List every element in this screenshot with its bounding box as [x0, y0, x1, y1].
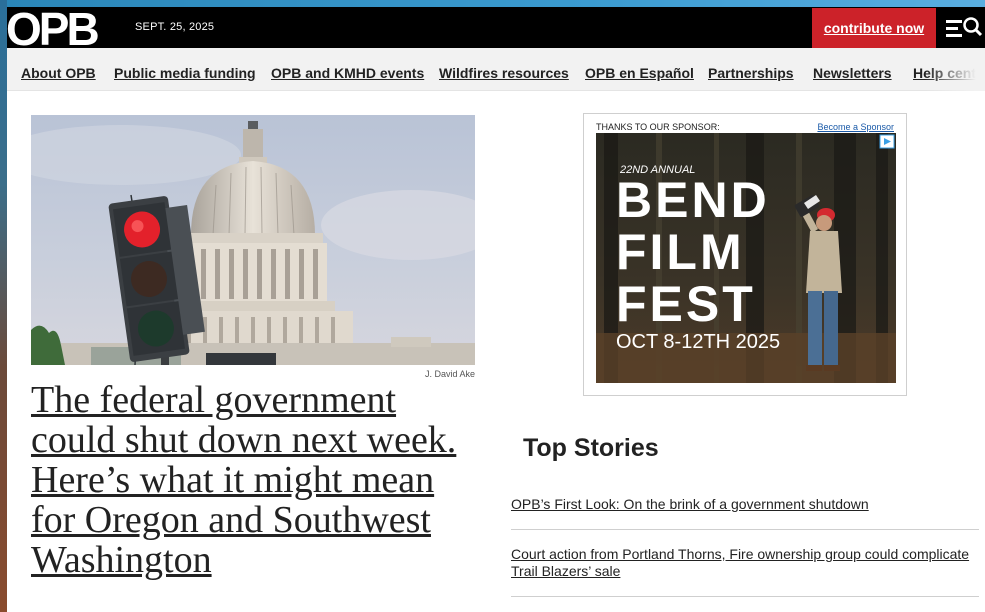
nav-fade: [925, 48, 985, 91]
story-divider: [511, 596, 979, 597]
nav-item-wildfires[interactable]: Wildfires resources: [439, 65, 569, 81]
sponsor-ad[interactable]: 22ND ANNUAL BEND FILM FEST OCT 8-12TH 20…: [596, 133, 896, 383]
top-story-item[interactable]: OPB’s First Look: On the brink of a gove…: [511, 496, 979, 513]
story-divider: [511, 529, 979, 530]
ad-fest: FEST: [616, 276, 756, 332]
ad-film: FILM: [616, 224, 745, 280]
main-nav: About OPB Public media funding OPB and K…: [7, 48, 985, 91]
opb-logo[interactable]: OPB: [6, 3, 125, 55]
top-stories-heading: Top Stories: [523, 434, 659, 462]
nav-item-events[interactable]: OPB and KMHD events: [271, 65, 424, 81]
ad-dates: OCT 8-12TH 2025: [616, 331, 780, 353]
contribute-button[interactable]: contribute now: [812, 8, 936, 48]
become-sponsor-link[interactable]: Become a Sponsor: [817, 122, 894, 132]
svg-text:OPB: OPB: [7, 8, 98, 48]
nav-item-espanol[interactable]: OPB en Español: [585, 65, 694, 81]
top-story-item[interactable]: Court action from Portland Thorns, Fire …: [511, 546, 979, 580]
desktop-edge: [0, 0, 7, 612]
nav-item-about[interactable]: About OPB: [21, 65, 96, 81]
site-header: OPB SEPT. 25, 2025 contribute now: [6, 3, 985, 55]
window-top-edge: [0, 0, 985, 7]
image-credit: J. David Ake: [424, 369, 475, 379]
nav-item-newsletters[interactable]: Newsletters: [813, 65, 892, 81]
nav-item-partnerships[interactable]: Partnerships: [708, 65, 794, 81]
lead-story-image[interactable]: [31, 115, 475, 365]
opb-logo-icon: OPB: [6, 3, 101, 55]
hamburger-search-icon[interactable]: [944, 14, 984, 42]
sponsor-box: THANKS TO OUR SPONSOR: Become a Sponsor: [583, 113, 907, 396]
sponsor-label: THANKS TO OUR SPONSOR:: [596, 122, 720, 132]
adchoices-icon[interactable]: [879, 134, 895, 149]
ad-bend: BEND: [616, 172, 770, 228]
nav-item-public-media-funding[interactable]: Public media funding: [114, 65, 256, 81]
lead-headline[interactable]: The federal government could shut down n…: [31, 380, 481, 580]
header-date: SEPT. 25, 2025: [135, 21, 215, 33]
